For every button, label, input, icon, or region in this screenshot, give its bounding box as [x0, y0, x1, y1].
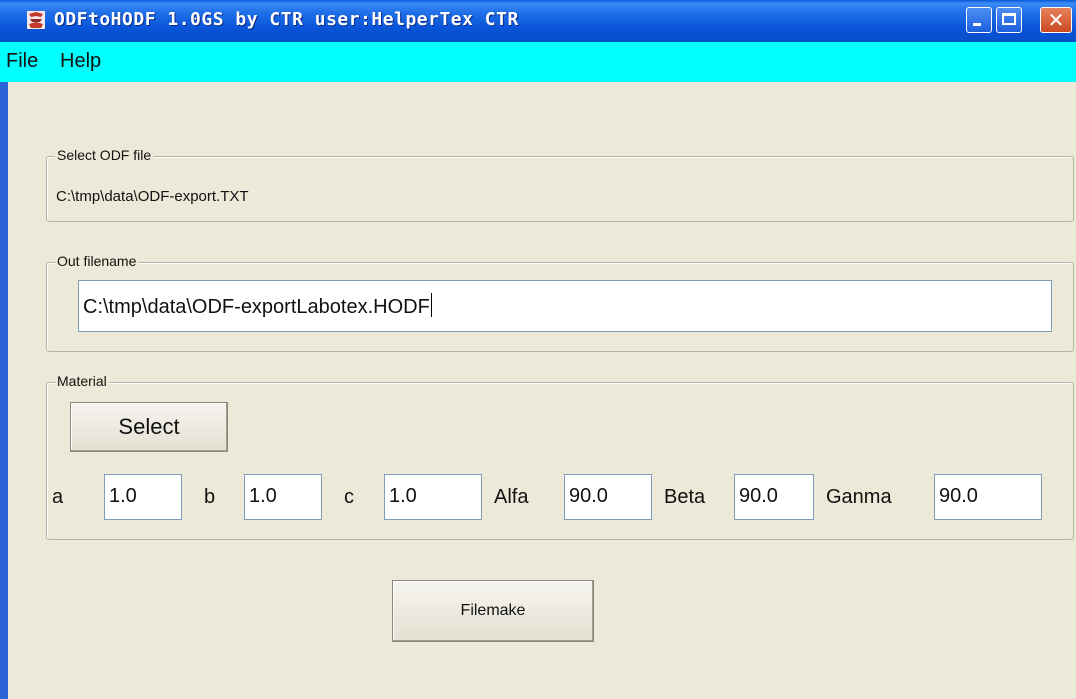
select-odf-legend: Select ODF file: [55, 147, 154, 163]
filemake-button[interactable]: Filemake: [392, 580, 594, 642]
menu-help[interactable]: Help: [60, 50, 101, 73]
close-button[interactable]: ✕: [1040, 7, 1072, 33]
menu-file[interactable]: File: [6, 50, 38, 73]
out-filename-input[interactable]: C:\tmp\data\ODF-exportLabotex.HODF: [78, 280, 1052, 332]
alfa-input[interactable]: 90.0: [564, 474, 652, 520]
close-icon: ✕: [1047, 8, 1065, 32]
ganma-input[interactable]: 90.0: [934, 474, 1042, 520]
beta-label: Beta: [664, 486, 706, 508]
window-left-border: [0, 82, 8, 699]
c-label: c: [344, 486, 354, 508]
minimize-icon: [973, 23, 981, 26]
material-legend: Material: [55, 373, 109, 389]
text-caret: [430, 293, 432, 317]
b-label: b: [204, 486, 216, 508]
b-input[interactable]: 1.0: [244, 474, 322, 520]
a-input[interactable]: 1.0: [104, 474, 182, 520]
c-input[interactable]: 1.0: [384, 474, 482, 520]
window-title: ODFtoHODF 1.0GS by CTR user:HelperTex CT…: [54, 9, 519, 30]
maximize-icon: [1002, 13, 1016, 25]
alfa-label: Alfa: [494, 486, 529, 508]
out-filename-value: C:\tmp\data\ODF-exportLabotex.HODF: [83, 296, 430, 318]
app-icon: [27, 11, 45, 29]
out-filename-legend: Out filename: [55, 253, 139, 269]
select-material-button[interactable]: Select: [70, 402, 228, 452]
maximize-button[interactable]: [996, 7, 1022, 33]
ganma-label: Ganma: [826, 486, 892, 508]
main-panel: Select ODF file C:\tmp\data\ODF-export.T…: [8, 82, 1076, 699]
title-bar[interactable]: ODFtoHODF 1.0GS by CTR user:HelperTex CT…: [0, 0, 1076, 42]
menu-bar: File Help: [0, 42, 1076, 82]
a-label: a: [52, 486, 64, 508]
odf-file-path: C:\tmp\data\ODF-export.TXT: [56, 188, 249, 205]
beta-input[interactable]: 90.0: [734, 474, 814, 520]
minimize-button[interactable]: [966, 7, 992, 33]
